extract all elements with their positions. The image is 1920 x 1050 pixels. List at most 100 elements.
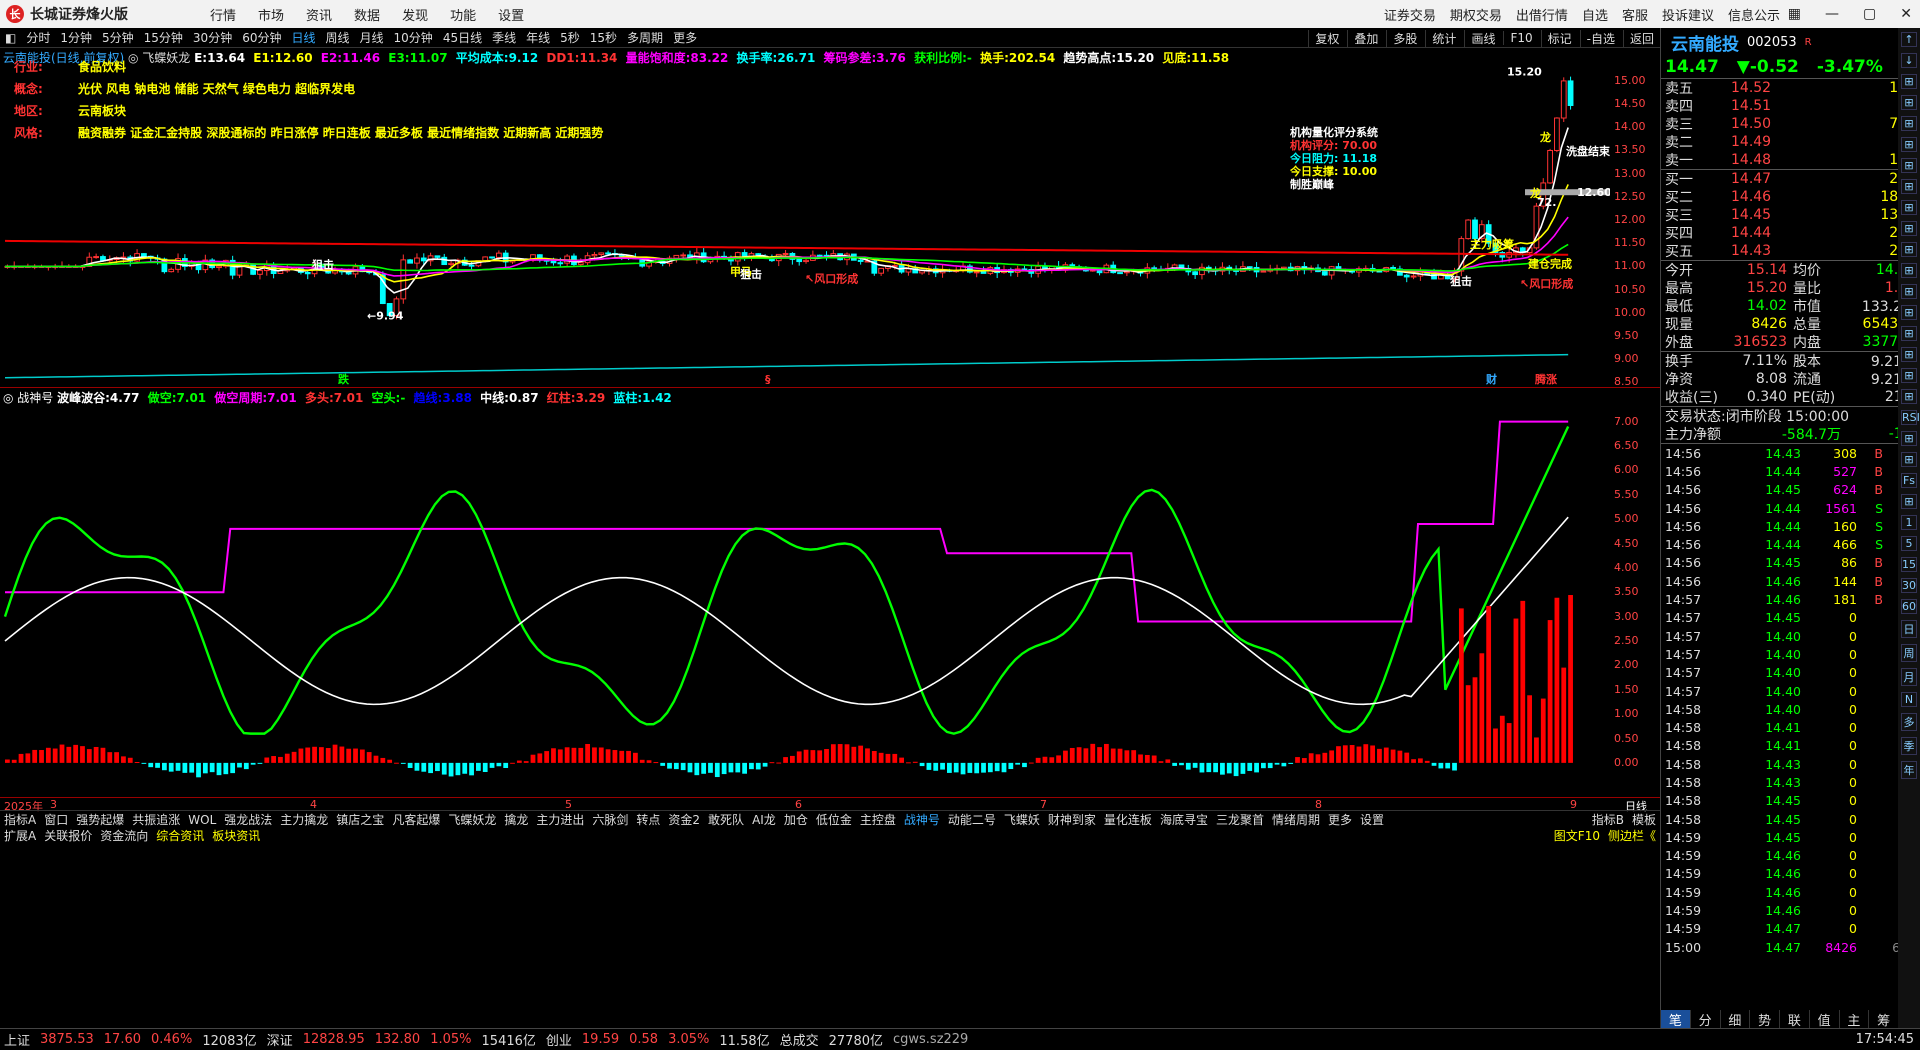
minimize-icon[interactable]: — xyxy=(1825,6,1839,22)
period-周线[interactable]: 周线 xyxy=(321,29,355,46)
sidebar-button[interactable]: ⊞ xyxy=(1901,494,1917,509)
sidebar-button[interactable]: 周 xyxy=(1901,644,1917,662)
sidebar-button[interactable]: 5 xyxy=(1901,536,1917,551)
sidebar-button[interactable]: 15 xyxy=(1901,557,1917,572)
right-menu-期权交易[interactable]: 期权交易 xyxy=(1450,5,1502,24)
quote-tab-筹[interactable]: 筹 xyxy=(1868,1010,1898,1029)
period-15分钟[interactable]: 15分钟 xyxy=(139,29,188,46)
period-年线[interactable]: 年线 xyxy=(521,29,555,46)
sidebar-button[interactable]: 1 xyxy=(1901,515,1917,530)
ext-tab-扩展A[interactable]: 扩展A xyxy=(0,827,40,844)
toolbar-多股[interactable]: 多股 xyxy=(1386,29,1423,47)
sidebar-button[interactable]: ⊞ xyxy=(1901,158,1917,173)
period-10分钟[interactable]: 10分钟 xyxy=(389,29,438,46)
sidebar-button[interactable]: ↑ xyxy=(1901,32,1917,47)
sidebar-button[interactable]: ⊞ xyxy=(1901,284,1917,299)
sidebar-button[interactable]: Fs xyxy=(1901,473,1917,488)
sidebar-button[interactable]: ⊞ xyxy=(1901,452,1917,467)
toolbar--自选[interactable]: -自选 xyxy=(1579,29,1621,47)
sidebar-button[interactable]: ⊞ xyxy=(1901,368,1917,383)
right-menu-证券交易[interactable]: 证券交易 xyxy=(1384,5,1436,24)
right-menu-客服[interactable]: 客服 xyxy=(1622,5,1648,24)
period-多周期[interactable]: 多周期 xyxy=(622,29,668,46)
sidebar-button[interactable]: ⊞ xyxy=(1901,389,1917,404)
right-menu-出借行情[interactable]: 出借行情 xyxy=(1516,5,1568,24)
indicator-chart[interactable] xyxy=(0,407,1610,797)
sidebar-button[interactable]: ⊞ xyxy=(1901,305,1917,320)
toolbar-返回[interactable]: 返回 xyxy=(1622,29,1660,47)
toolbar-复权[interactable]: 复权 xyxy=(1308,29,1345,47)
sidebar-button[interactable]: ⊞ xyxy=(1901,95,1917,110)
ext-tab-板块资讯[interactable]: 板块资讯 xyxy=(208,827,264,844)
sidebar-button[interactable]: ⊞ xyxy=(1901,326,1917,341)
sidebar-button[interactable]: ⊞ xyxy=(1901,137,1917,152)
sidebar-button[interactable]: ⊞ xyxy=(1901,221,1917,236)
sidebar-button[interactable]: 年 xyxy=(1901,761,1917,779)
indicator-tab-WOL[interactable]: WOL xyxy=(184,813,220,827)
sidebar-button[interactable]: 30 xyxy=(1901,578,1917,593)
period-月线[interactable]: 月线 xyxy=(355,29,389,46)
menu-item-行情[interactable]: 行情 xyxy=(210,5,236,24)
sidebar-button[interactable]: 季 xyxy=(1901,737,1917,755)
quote-tab-势[interactable]: 势 xyxy=(1749,1010,1779,1029)
panel-toggle-icon[interactable]: ◧ xyxy=(0,31,21,45)
menu-item-资讯[interactable]: 资讯 xyxy=(306,5,332,24)
period-1分钟[interactable]: 1分钟 xyxy=(55,29,97,46)
sidebar-button[interactable]: ⊞ xyxy=(1901,431,1917,446)
period-45日线[interactable]: 45日线 xyxy=(438,29,487,46)
formula-name[interactable]: ◎ 飞蝶妖龙 xyxy=(128,51,194,65)
right-menu-投诉建议[interactable]: 投诉建议 xyxy=(1662,5,1714,24)
period-季线[interactable]: 季线 xyxy=(487,29,521,46)
quote-tab-笔[interactable]: 笔 xyxy=(1660,1010,1690,1029)
period-5分钟[interactable]: 5分钟 xyxy=(97,29,139,46)
ext-tab-图文F10[interactable]: 图文F10 xyxy=(1550,827,1604,844)
sidebar-button[interactable]: ⊞ xyxy=(1901,347,1917,362)
sidebar-button[interactable]: ⊞ xyxy=(1901,116,1917,131)
toolbar-F10[interactable]: F10 xyxy=(1503,31,1538,45)
quote-tab-联[interactable]: 联 xyxy=(1779,1010,1809,1029)
quote-tab-主[interactable]: 主 xyxy=(1838,1010,1869,1029)
ext-tab-资金流向[interactable]: 资金流向 xyxy=(96,827,152,844)
period-日线[interactable]: 日线 xyxy=(286,29,320,46)
ext-tab-侧边栏《[interactable]: 侧边栏《 xyxy=(1604,827,1660,844)
menu-item-设置[interactable]: 设置 xyxy=(498,5,524,24)
sidebar-button[interactable]: ⊞ xyxy=(1901,242,1917,257)
tick-list[interactable]: 14:5614.43308B3314:5614.44527B3414:5614.… xyxy=(1661,444,1920,956)
period-更多[interactable]: 更多 xyxy=(668,29,702,46)
sidebar-button[interactable]: N xyxy=(1901,692,1917,707)
maximize-icon[interactable]: ▢ xyxy=(1863,6,1876,22)
right-menu-信息公示[interactable]: 信息公示 xyxy=(1728,5,1780,24)
sidebar-button[interactable]: RSI xyxy=(1901,410,1920,425)
close-icon[interactable]: ✕ xyxy=(1900,6,1912,22)
period-15秒[interactable]: 15秒 xyxy=(585,29,622,46)
menu-item-发现[interactable]: 发现 xyxy=(402,5,428,24)
sidebar-button[interactable]: 多 xyxy=(1901,713,1917,731)
sidebar-button[interactable]: ↓ xyxy=(1901,53,1917,68)
sidebar-button[interactable]: ⊞ xyxy=(1901,263,1917,278)
right-menu-自选[interactable]: 自选 xyxy=(1582,5,1608,24)
toolbar-叠加[interactable]: 叠加 xyxy=(1347,29,1384,47)
ext-tab-综合资讯[interactable]: 综合资讯 xyxy=(152,827,208,844)
sidebar-button[interactable]: ⊞ xyxy=(1901,179,1917,194)
ext-tab-关联报价[interactable]: 关联报价 xyxy=(40,827,96,844)
toolbar-标记[interactable]: 标记 xyxy=(1540,29,1578,47)
menu-item-数据[interactable]: 数据 xyxy=(354,5,380,24)
menu-item-市场[interactable]: 市场 xyxy=(258,5,284,24)
sidebar-button[interactable]: 日 xyxy=(1901,620,1917,638)
period-5秒[interactable]: 5秒 xyxy=(555,29,585,46)
kline-chart[interactable]: 15.20←9.9412.60洗盘结束建仓完成↖风口形成 ↖风口形成主力吸筹狙击狙… xyxy=(0,67,1610,387)
toolbar-统计[interactable]: 统计 xyxy=(1425,29,1462,47)
lower-indicator-name[interactable]: ◎ 战神号 xyxy=(0,391,57,405)
grid-icon[interactable]: ▦ xyxy=(1788,6,1801,22)
menu-item-功能[interactable]: 功能 xyxy=(450,5,476,24)
quote-tab-分[interactable]: 分 xyxy=(1689,1010,1720,1029)
quote-tab-细[interactable]: 细 xyxy=(1719,1010,1750,1029)
period-分时[interactable]: 分时 xyxy=(21,29,55,46)
toolbar-画线[interactable]: 画线 xyxy=(1464,29,1501,47)
sidebar-button[interactable]: 60 xyxy=(1901,599,1917,614)
sidebar-button[interactable]: ⊞ xyxy=(1901,74,1917,89)
sidebar-button[interactable]: ⊞ xyxy=(1901,200,1917,215)
period-30分钟[interactable]: 30分钟 xyxy=(188,29,237,46)
period-60分钟[interactable]: 60分钟 xyxy=(237,29,286,46)
quote-tab-值[interactable]: 值 xyxy=(1808,1010,1839,1029)
